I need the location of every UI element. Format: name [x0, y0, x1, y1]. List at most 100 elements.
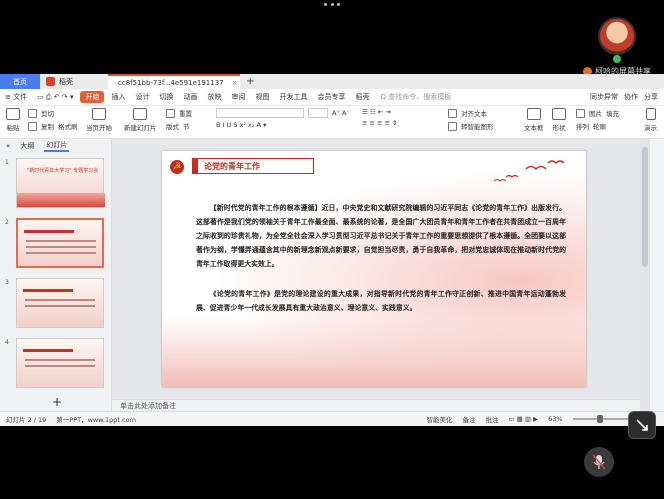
tab-home[interactable]: 首页: [0, 74, 40, 89]
outline-button[interactable]: 轮廓: [593, 121, 606, 131]
smart-beautify-button[interactable]: 智能美化: [426, 414, 452, 424]
copy-icon: [28, 121, 37, 131]
thumb-heading-bar: [23, 349, 73, 352]
copy-button[interactable]: 复制: [41, 121, 54, 131]
thumb-text-line: [26, 246, 96, 248]
zoom-slider[interactable]: [572, 415, 633, 423]
file-menu[interactable]: ≡ 文件: [0, 92, 32, 102]
thumb-number-2: 2: [5, 219, 9, 226]
text-tools-group: 对齐文本 转智能图形: [448, 108, 494, 131]
from-current-button[interactable]: 当页开始: [86, 108, 112, 132]
menu-animation[interactable]: 动画: [178, 92, 202, 102]
font-family-select[interactable]: [216, 108, 304, 118]
tab-outline[interactable]: 大纲: [20, 141, 34, 151]
font-group: A⁺ A⁻ B I U S x² x₂ A ▾: [216, 108, 350, 129]
birds-icon: [493, 160, 565, 182]
slide-thumbnail-2[interactable]: [16, 218, 104, 268]
thumb-title: "新时代青年大学习" 专题学习会: [27, 168, 99, 174]
collapse-panel-icon[interactable]: «: [6, 142, 10, 150]
smartart-icon: [448, 121, 457, 131]
scrollbar-thumb[interactable]: [642, 147, 648, 267]
picture-button[interactable]: 图片: [589, 108, 602, 118]
comment-toggle[interactable]: 批注: [485, 414, 498, 424]
list-icons[interactable]: ☰ ☷ ⇤ ⇥: [362, 108, 391, 116]
command-search-input[interactable]: Q 查找命令、搜索模板: [380, 92, 480, 102]
close-tab-icon[interactable]: ×: [232, 79, 238, 87]
view-mode-icons[interactable]: ▭ ▦ ▥ ▶: [508, 415, 538, 423]
menu-developer[interactable]: 开发工具: [274, 92, 312, 102]
thumb-number-1: 1: [5, 159, 9, 166]
slide-thumbnail-1[interactable]: "新时代青年大学习" 专题学习会: [16, 158, 105, 208]
text-box-button[interactable]: 文本框: [524, 108, 544, 132]
menu-review[interactable]: 审阅: [226, 92, 250, 102]
align-text-button[interactable]: 对齐文本: [461, 108, 487, 118]
thumb-number-3: 3: [5, 279, 9, 286]
present-tool-button[interactable]: 演示: [644, 108, 657, 132]
slide-thumbnail-4[interactable]: [16, 338, 104, 388]
clipboard-group: 剪切 复制 格式刷: [28, 108, 78, 131]
new-slide-button[interactable]: 新建幻灯片: [124, 108, 157, 132]
current-slide[interactable]: ☭ 论党的青年工作 【新时代党的青年工作的根本遵循】近日，中央党史和文献研究院编…: [162, 151, 586, 387]
expand-icon: [636, 419, 648, 431]
menu-insert[interactable]: 插入: [106, 92, 130, 102]
shape-icon: [552, 108, 566, 120]
menu-home[interactable]: 开始: [80, 91, 105, 103]
paste-button[interactable]: 粘贴: [6, 108, 20, 132]
fill-button[interactable]: 填充: [606, 108, 619, 118]
expand-window-button[interactable]: [628, 411, 656, 439]
cut-button[interactable]: 剪切: [41, 108, 54, 118]
format-painter-button[interactable]: 格式刷: [58, 121, 78, 131]
menu-design[interactable]: 设计: [130, 92, 154, 102]
more-dots-icon[interactable]: [324, 3, 340, 7]
vertical-scrollbar[interactable]: [640, 139, 650, 411]
slide-canvas: ☭ 论党的青年工作 【新时代党的青年工作的根本遵循】近日，中央党史和文献研究院编…: [112, 139, 640, 399]
share-button[interactable]: 分享: [644, 92, 658, 102]
text-format-icons[interactable]: B I U S x² x₂ A ▾: [216, 121, 266, 129]
align-icons[interactable]: ≡ ≡ ≡ ≡ ⇕: [362, 119, 398, 127]
play-icon: [92, 108, 106, 120]
thumb-text-line: [25, 299, 95, 301]
menu-member[interactable]: 会员专享: [312, 92, 350, 102]
section-button[interactable]: 节: [183, 121, 190, 131]
font-grow-icon[interactable]: A⁺ A⁻: [332, 109, 350, 117]
notes-area[interactable]: 单击此处添加备注: [112, 399, 640, 411]
mute-microphone-button[interactable]: [584, 447, 614, 477]
add-slide-button[interactable]: +: [52, 395, 62, 409]
mic-off-icon: [592, 454, 606, 470]
quick-access-icons[interactable]: ▭ ⎙ ↶ ↷ ▾: [32, 93, 78, 102]
sync-status[interactable]: 同步异常: [590, 92, 618, 102]
zoom-level[interactable]: 63%: [548, 415, 562, 423]
tab-document[interactable]: cc8f51bb-73f...4e591e191137 ×: [108, 74, 240, 89]
font-size-select[interactable]: [308, 108, 328, 118]
picture-icon: [576, 108, 585, 118]
party-emblem-icon: ☭: [170, 160, 184, 174]
slide-heading[interactable]: 论党的青年工作: [192, 158, 314, 174]
slide-thumbnail-3[interactable]: [16, 278, 104, 328]
convert-smartart-button[interactable]: 转智能图形: [461, 121, 494, 131]
tab-docer[interactable]: 稻壳: [40, 74, 108, 89]
docer-logo-icon: [46, 77, 55, 86]
tab-slides[interactable]: 幻灯片: [44, 140, 70, 152]
menu-view[interactable]: 视图: [250, 92, 274, 102]
reset-button[interactable]: 重置: [179, 108, 192, 118]
layout-icon: [166, 108, 175, 118]
arrange-button[interactable]: 排列: [576, 121, 589, 131]
slide-paragraph-2[interactable]: 《论党的青年工作》是党的理论建设的重大成果，对指导新时代党的青年工作守正创新、推…: [196, 287, 566, 315]
paragraph-group: ☰ ☷ ⇤ ⇥ ≡ ≡ ≡ ≡ ⇕: [362, 108, 398, 127]
collaborate-button[interactable]: 协作: [624, 92, 638, 102]
status-bar: 幻灯片 2 / 19 第一PPT，www.1ppt.com 智能美化 备注 批注…: [0, 411, 664, 426]
menu-transition[interactable]: 切换: [154, 92, 178, 102]
shape-button[interactable]: 形状: [552, 108, 566, 132]
layout-button[interactable]: 版式: [166, 121, 179, 131]
notes-toggle[interactable]: 备注: [462, 414, 475, 424]
slide-paragraph-1[interactable]: 【新时代党的青年工作的根本遵循】近日，中央党史和文献研究院编辑的习近平同志《论党…: [196, 201, 566, 271]
slide-decoration: [162, 317, 586, 387]
screen-share-window: 柯哈的屏幕共享 首页 稻壳 cc8f51bb-73f...4e591e19113…: [0, 0, 664, 499]
thumb-text-line: [25, 365, 95, 367]
add-tab-button[interactable]: +: [240, 74, 260, 89]
menu-docer[interactable]: 稻壳: [350, 92, 374, 102]
thumb-decoration: [17, 193, 105, 207]
thumb-text-line: [26, 240, 96, 242]
avatar: [598, 17, 636, 55]
menu-slideshow[interactable]: 放映: [202, 92, 226, 102]
